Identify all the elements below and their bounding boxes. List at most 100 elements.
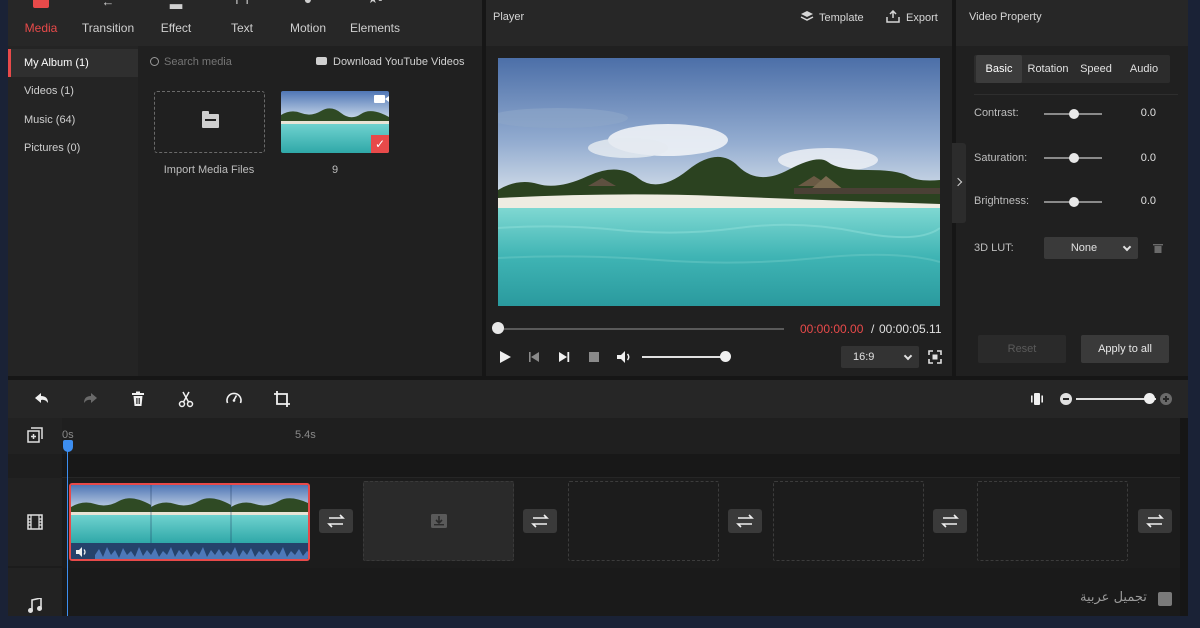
download-youtube-button[interactable]: Download YouTube Videos: [316, 52, 465, 72]
thumbnail-label: 9: [331, 164, 339, 176]
stop-icon[interactable]: [585, 348, 603, 366]
skip-forward-icon[interactable]: [555, 348, 573, 366]
empty-clip-slot-3[interactable]: [773, 481, 924, 561]
export-button[interactable]: Export: [886, 9, 938, 24]
tab-motion[interactable]: ● Motion: [275, 0, 341, 46]
transition-button-4[interactable]: [933, 509, 967, 533]
timeline-ruler[interactable]: 0s 5.4s: [62, 418, 1180, 454]
tab-rotation[interactable]: Rotation: [1024, 55, 1072, 83]
export-icon: [886, 9, 900, 23]
album-item-pictures[interactable]: Pictures (0): [8, 134, 138, 162]
speed-icon[interactable]: [225, 390, 243, 408]
template-button[interactable]: Template: [800, 10, 864, 24]
collapse-panel-tab[interactable]: [952, 143, 966, 223]
empty-clip-slot-1[interactable]: [363, 481, 514, 561]
transition-button-2[interactable]: [523, 509, 557, 533]
tab-basic[interactable]: Basic: [976, 55, 1022, 83]
folder-icon: [202, 111, 219, 128]
video-clip[interactable]: [69, 483, 310, 561]
album-item-videos[interactable]: Videos (1): [8, 77, 138, 105]
brightness-value: 0.0: [1140, 195, 1156, 207]
transition-button-1[interactable]: [319, 509, 353, 533]
tab-transition[interactable]: ← Transition: [75, 0, 141, 46]
music-note-icon: [28, 598, 42, 613]
audio-track: [62, 568, 1180, 616]
selected-check-icon: ✓: [371, 135, 389, 153]
template-label: Template: [819, 12, 864, 24]
tab-elements[interactable]: ★▪ Elements: [342, 0, 408, 46]
tab-audio[interactable]: Audio: [1120, 55, 1168, 83]
zoom-out-icon[interactable]: [1060, 393, 1072, 405]
volume-knob[interactable]: [720, 351, 731, 362]
swap-arrows-icon: [1146, 514, 1164, 528]
empty-clip-slot-4[interactable]: [977, 481, 1128, 561]
reset-button[interactable]: Reset: [978, 335, 1066, 363]
media-panel: My Album (1) Videos (1) Music (64) Pictu…: [8, 46, 482, 376]
property-title: Video Property: [969, 11, 1042, 23]
volume-icon[interactable]: [615, 348, 633, 366]
fullscreen-icon[interactable]: [927, 349, 943, 365]
saturation-slider-knob[interactable]: [1069, 153, 1079, 163]
snap-icon[interactable]: [1028, 390, 1046, 408]
redo-icon[interactable]: [81, 390, 99, 408]
album-item-music[interactable]: Music (64): [8, 106, 138, 134]
elements-icon: ★▪: [342, 0, 408, 18]
scissors-icon[interactable]: [177, 390, 195, 408]
volume-track[interactable]: [642, 356, 726, 358]
playback-progress-knob[interactable]: [492, 322, 504, 334]
transition-button-3[interactable]: [728, 509, 762, 533]
playhead-handle[interactable]: [63, 440, 73, 452]
empty-clip-slot-2[interactable]: [568, 481, 719, 561]
brightness-slider-knob[interactable]: [1069, 197, 1079, 207]
import-media-button[interactable]: [154, 91, 265, 153]
import-media-label: Import Media Files: [163, 164, 255, 176]
crop-icon[interactable]: [273, 390, 291, 408]
layers-icon: [800, 11, 814, 21]
player-header: Player Template Export: [486, 0, 952, 46]
tab-speed[interactable]: Speed: [1074, 55, 1118, 83]
undo-icon[interactable]: [33, 390, 51, 408]
lut-value: None: [1070, 242, 1098, 254]
time-separator: /: [871, 322, 875, 336]
skip-back-icon[interactable]: [525, 348, 543, 366]
transition-button-5[interactable]: [1138, 509, 1172, 533]
play-icon[interactable]: [496, 348, 514, 366]
tab-motion-label: Motion: [289, 21, 327, 35]
aspect-ratio-select[interactable]: 16:9: [841, 346, 919, 368]
search-input[interactable]: [164, 56, 284, 68]
video-preview[interactable]: [498, 58, 940, 306]
tab-elements-label: Elements: [349, 21, 401, 35]
tab-media[interactable]: Media: [8, 0, 74, 46]
add-track-icon[interactable]: [27, 427, 43, 443]
saturation-label: Saturation:: [974, 152, 1028, 164]
swap-arrows-icon: [327, 514, 345, 528]
drop-media-icon: [431, 514, 447, 528]
lut-select[interactable]: None: [1044, 237, 1138, 259]
tick-label-end: 5.4s: [295, 429, 316, 441]
brightness-label: Brightness:: [974, 195, 1030, 207]
clip-frames-image: [71, 485, 308, 559]
divider: [974, 94, 1178, 95]
swap-arrows-icon: [531, 514, 549, 528]
tab-media-label: Media: [24, 21, 58, 35]
player-panel: 00:00:00.00 / 00:00:05.11 16:9: [486, 46, 952, 376]
zoom-knob[interactable]: [1144, 393, 1155, 404]
watermark-logo-icon: [1158, 592, 1172, 606]
media-toolbar: Media ← Transition ▂ Effect T T Text ● M…: [8, 0, 482, 46]
tab-effect[interactable]: ▂ Effect: [143, 0, 209, 46]
delete-icon[interactable]: [129, 390, 147, 408]
search-box: [150, 52, 300, 72]
album-item-my-album[interactable]: My Album (1): [8, 49, 138, 77]
tab-text[interactable]: T T Text: [209, 0, 275, 46]
swap-arrows-icon: [736, 514, 754, 528]
zoom-in-icon[interactable]: [1160, 393, 1172, 405]
clip-volume-icon[interactable]: [75, 546, 89, 558]
media-thumbnail[interactable]: ✓: [281, 91, 389, 153]
album-sidebar: My Album (1) Videos (1) Music (64) Pictu…: [8, 46, 138, 376]
playback-progress-track[interactable]: [498, 328, 784, 330]
tab-effect-label: Effect: [160, 21, 192, 35]
apply-to-all-button[interactable]: Apply to all: [1081, 335, 1169, 363]
tab-text-label: Text: [230, 21, 253, 35]
trash-icon[interactable]: [1153, 243, 1163, 253]
contrast-slider-knob[interactable]: [1069, 109, 1079, 119]
